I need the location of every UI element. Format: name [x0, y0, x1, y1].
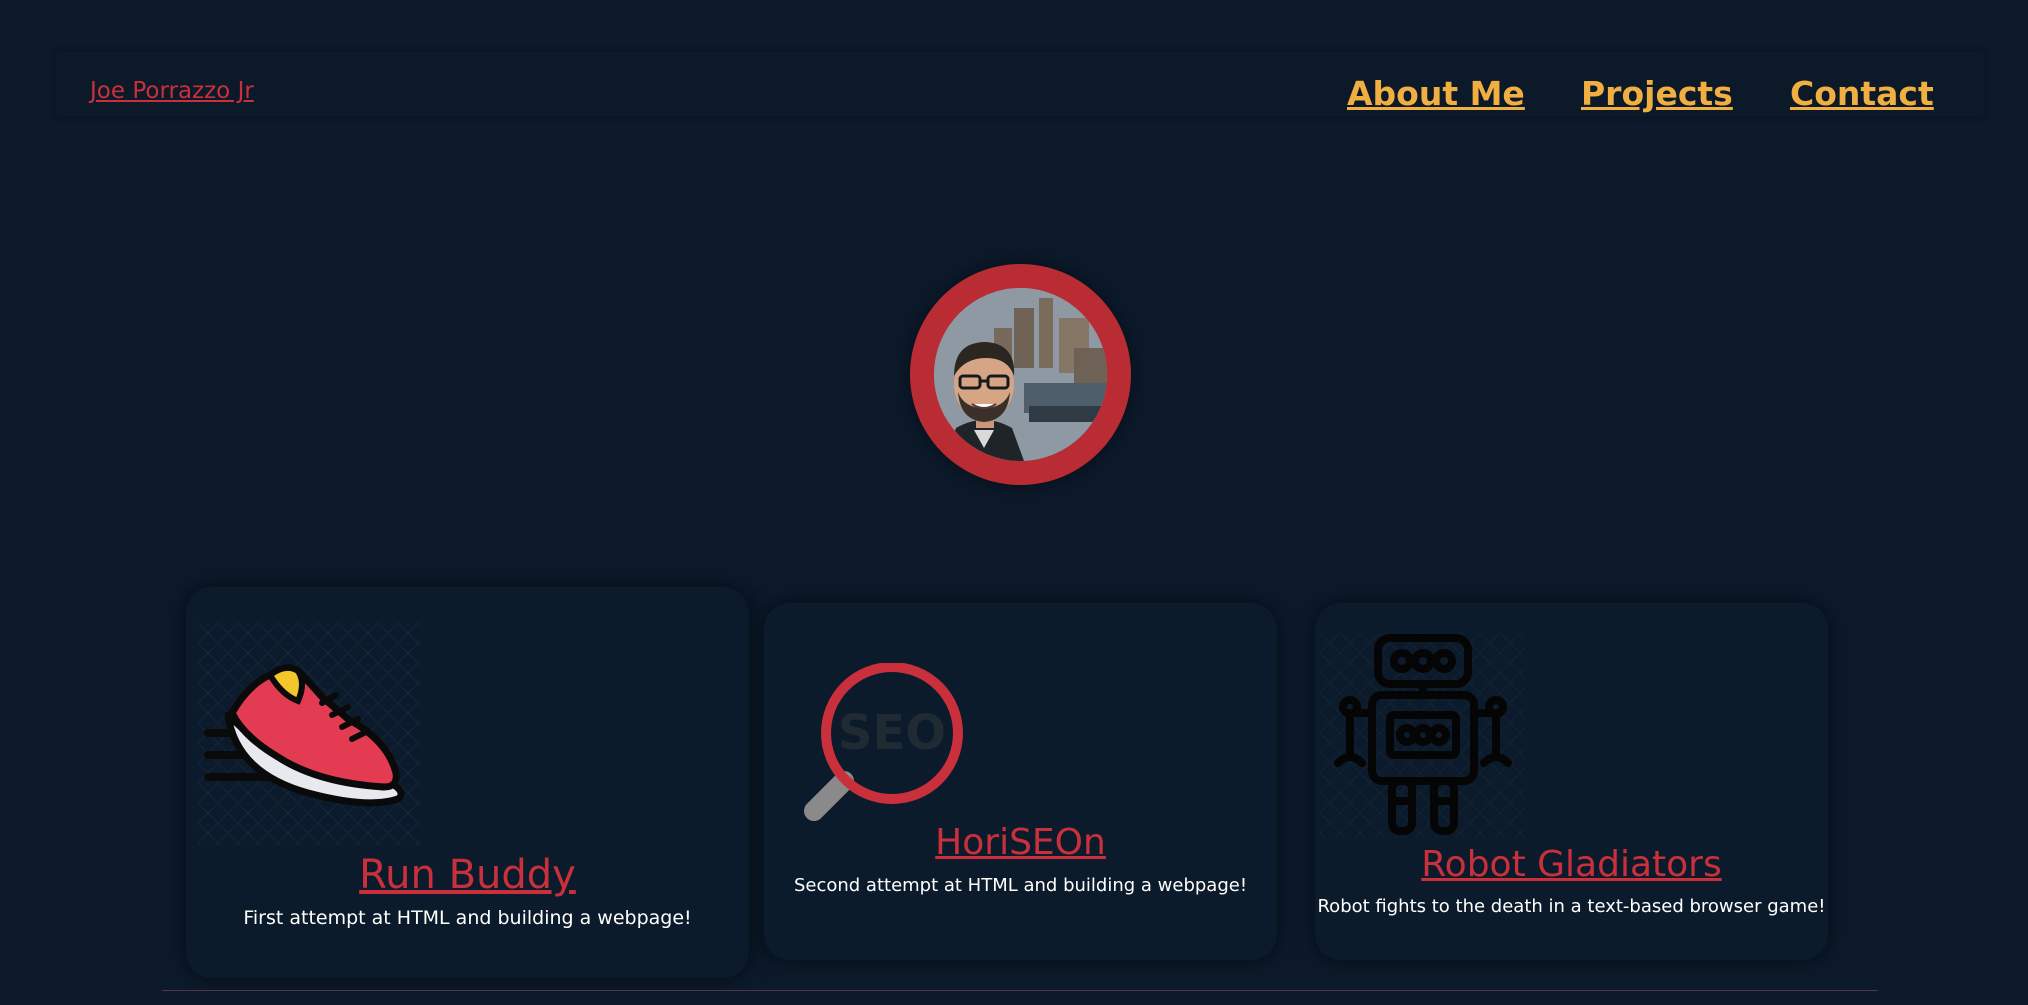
- seo-icon-text: SEO: [838, 705, 946, 761]
- avatar: [910, 264, 1131, 485]
- nav-projects[interactable]: Projects: [1581, 77, 1733, 110]
- project-title-robot-gladiators[interactable]: Robot Gladiators: [1315, 847, 1828, 883]
- nav-contact[interactable]: Contact: [1790, 77, 1934, 110]
- project-description: First attempt at HTML and building a web…: [243, 907, 692, 929]
- project-description: Robot fights to the death in a text-base…: [1317, 896, 1826, 917]
- nav-about-me[interactable]: About Me: [1347, 77, 1525, 110]
- site-header: Joe Porrazzo Jr About Me Projects Contac…: [56, 52, 1984, 116]
- project-card-robot-gladiators: Robot Gladiators Robot fights to the dea…: [1315, 603, 1828, 960]
- project-card-run-buddy: Run Buddy First attempt at HTML and buil…: [186, 587, 749, 978]
- robot-icon: [1320, 633, 1525, 838]
- profile-photo: [934, 288, 1107, 461]
- project-description: Second attempt at HTML and building a we…: [793, 875, 1248, 896]
- running-shoe-icon: [198, 623, 420, 845]
- footer-divider: [162, 990, 1878, 991]
- project-card-horiseon: SEO HoriSEOn Second attempt at HTML and …: [764, 603, 1277, 960]
- project-title-run-buddy[interactable]: Run Buddy: [186, 855, 749, 895]
- project-title-horiseon[interactable]: HoriSEOn: [764, 825, 1277, 861]
- seo-magnifier-icon: SEO: [794, 662, 964, 833]
- brand-link[interactable]: Joe Porrazzo Jr: [90, 80, 254, 103]
